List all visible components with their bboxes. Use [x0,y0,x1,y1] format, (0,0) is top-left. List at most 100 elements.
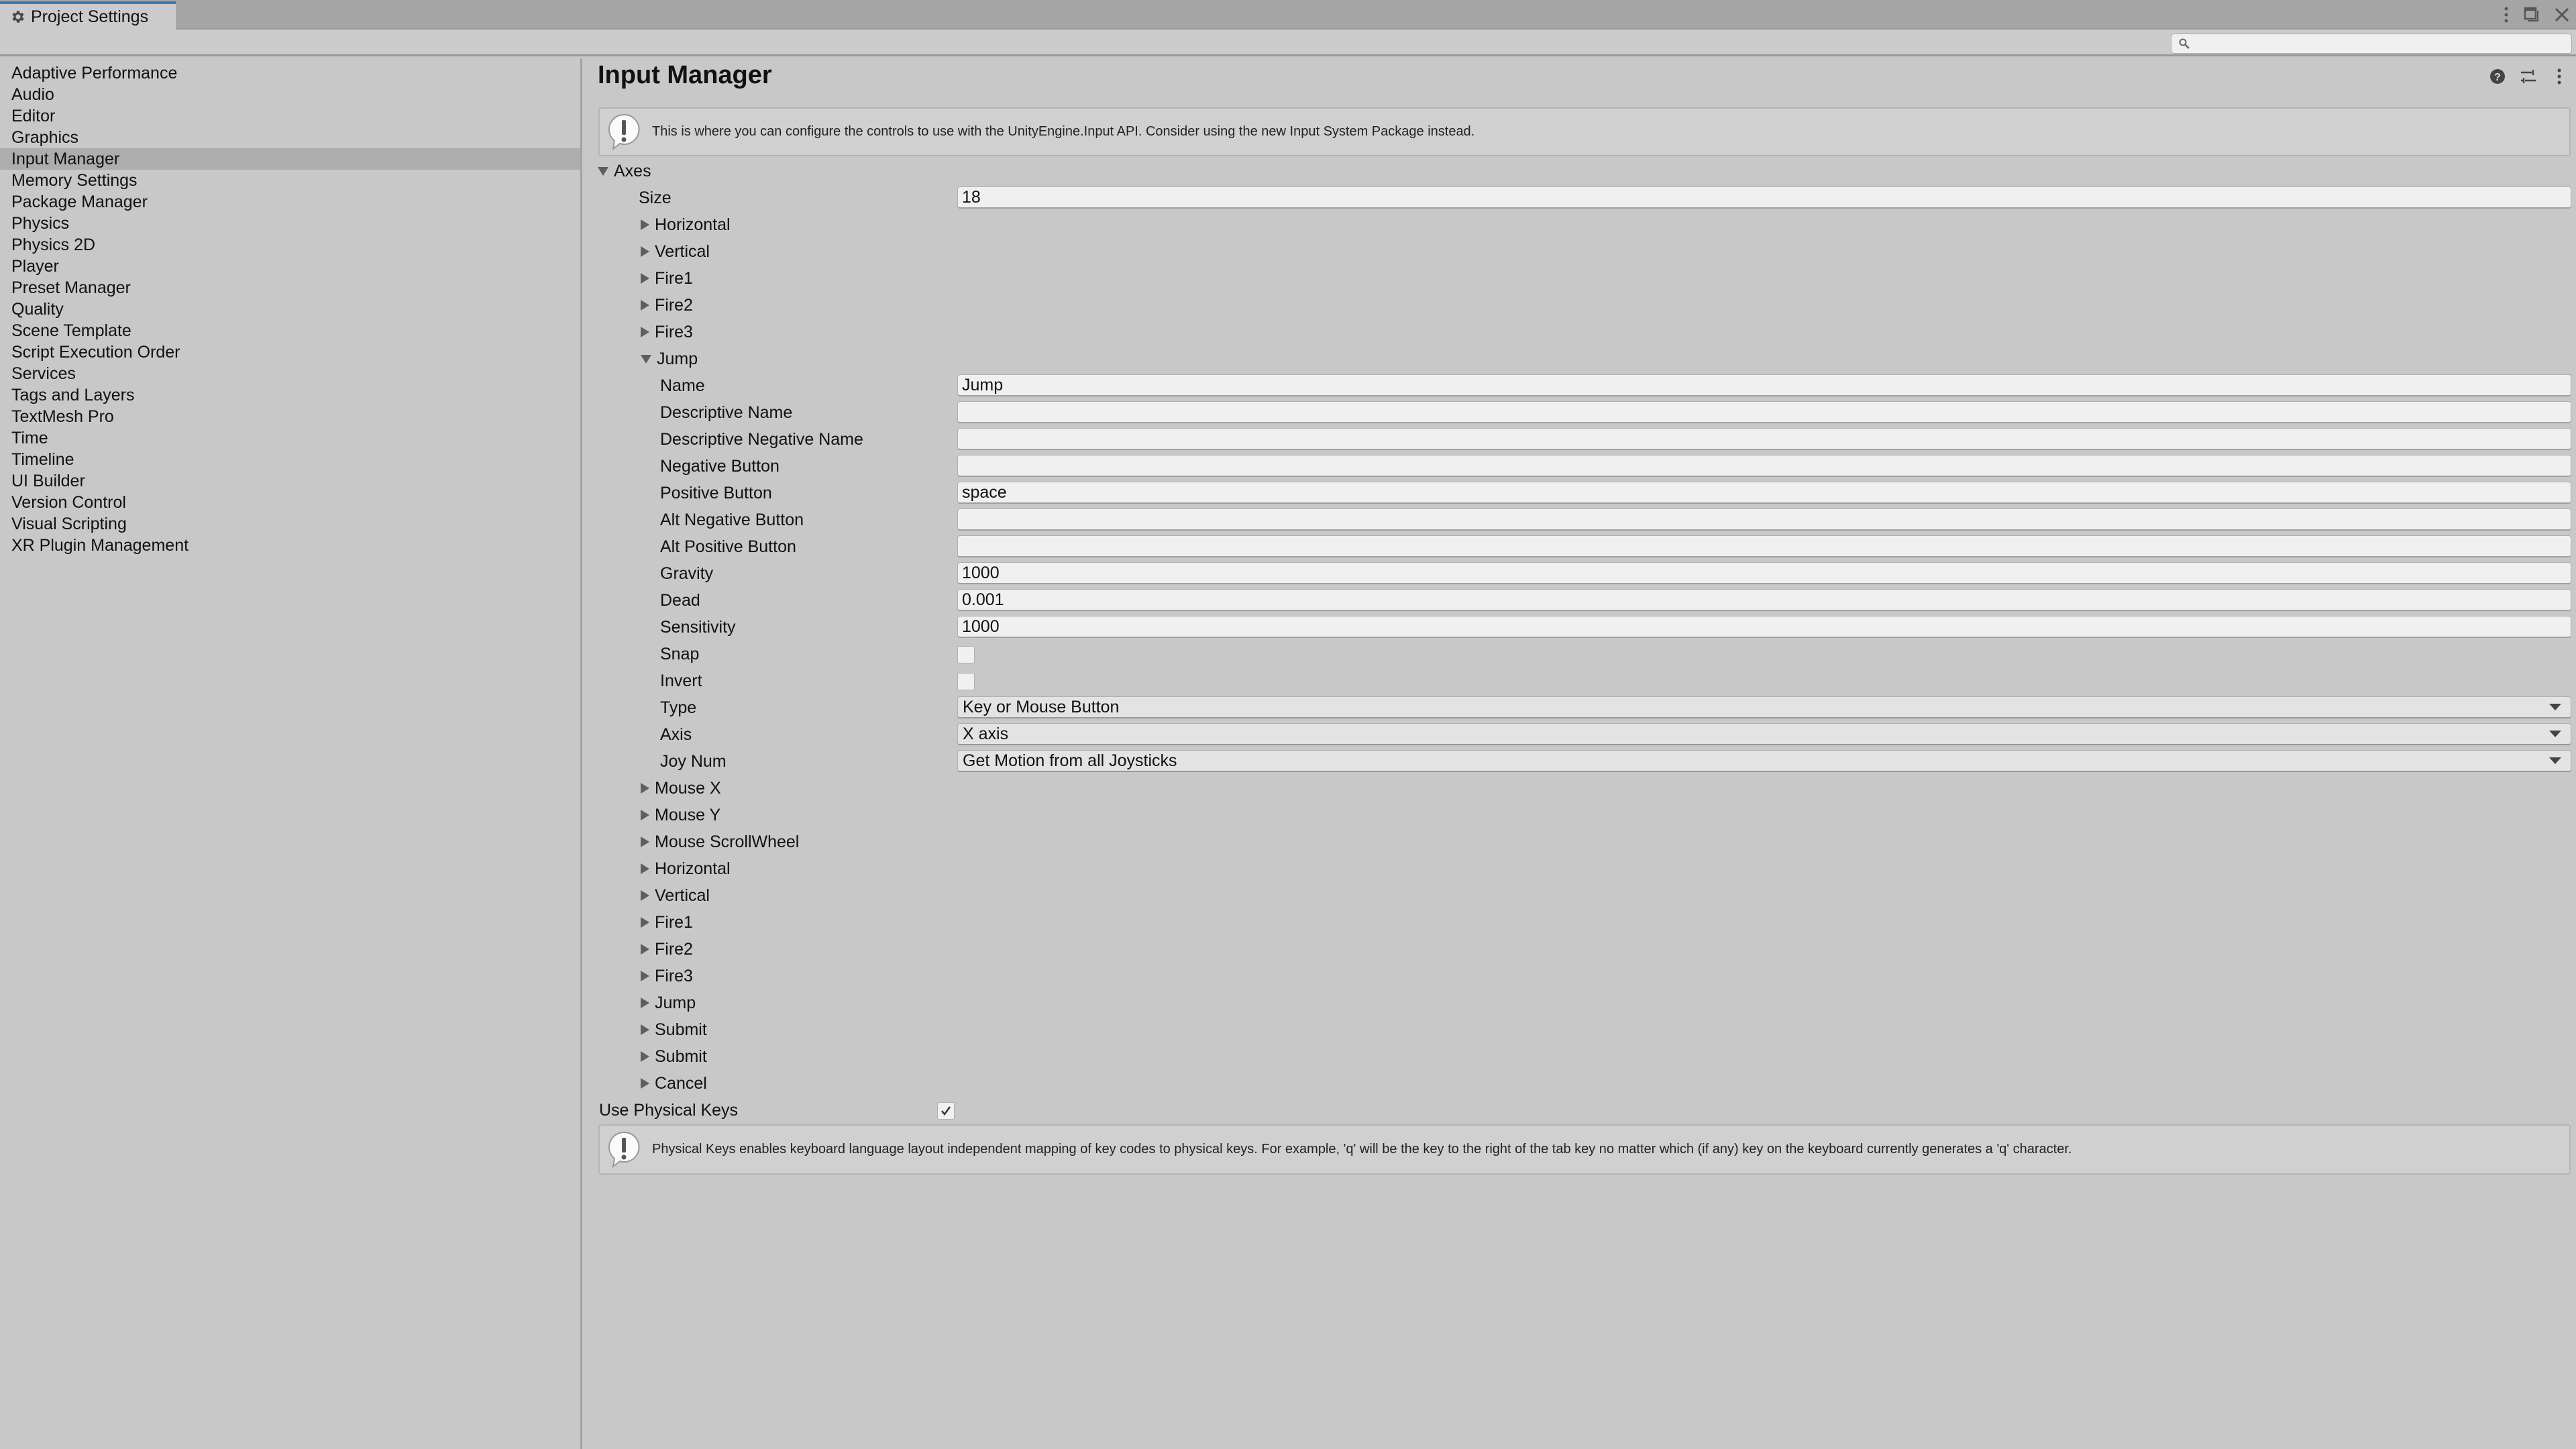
sidebar-item-input-manager[interactable]: Input Manager [0,148,580,170]
negative-button-field[interactable] [957,455,2571,477]
axis-foldout-mouse-x[interactable]: Mouse X [641,779,721,798]
sidebar-item-timeline[interactable]: Timeline [0,449,580,470]
axis-foldout-fire1[interactable]: Fire1 [641,269,693,288]
descriptive-name-field-input[interactable] [962,402,2571,422]
svg-text:?: ? [2494,72,2501,83]
foldout-collapsed-icon [641,1024,649,1035]
axis-dropdown[interactable]: X axis [957,723,2571,745]
axis-foldout-mouse-y[interactable]: Mouse Y [641,806,720,825]
type-dropdown[interactable]: Key or Mouse Button [957,696,2571,718]
sidebar-item-visual-scripting[interactable]: Visual Scripting [0,513,580,535]
sidebar-item-memory-settings[interactable]: Memory Settings [0,170,580,191]
axis-foldout-fire2[interactable]: Fire2 [641,296,693,315]
sidebar-item-editor[interactable]: Editor [0,105,580,127]
checkmark-icon [941,1106,951,1116]
positive-button-field-input[interactable] [962,482,2571,502]
axis-foldout-submit[interactable]: Submit [641,1020,707,1040]
presets-icon[interactable] [2520,68,2537,85]
search-field[interactable] [2171,34,2572,54]
sidebar-item-physics-2d[interactable]: Physics 2D [0,234,580,256]
gravity-field-input[interactable] [962,563,2571,583]
field-label: Dead [660,590,700,610]
axis-foldout-jump[interactable]: Jump [641,350,698,369]
foldout-label: Submit [655,1020,707,1039]
sidebar-item-scene-template[interactable]: Scene Template [0,320,580,341]
sidebar-item-player[interactable]: Player [0,256,580,277]
sidebar-item-time[interactable]: Time [0,427,580,449]
foldout-label: Fire3 [655,322,693,341]
alt-positive-button-field-input[interactable] [962,536,2571,556]
axis-foldout-mouse-scrollwheel[interactable]: Mouse ScrollWheel [641,833,799,852]
foldout-label: Jump [655,993,696,1012]
sensitivity-field[interactable] [957,616,2571,638]
positive-button-field[interactable] [957,482,2571,504]
sidebar-item-script-execution-order[interactable]: Script Execution Order [0,341,580,363]
foldout-collapsed-icon [641,246,649,257]
sidebar-item-preset-manager[interactable]: Preset Manager [0,277,580,299]
alt-positive-button-field[interactable] [957,535,2571,557]
descriptive-name-field[interactable] [957,401,2571,423]
dead-field[interactable] [957,589,2571,611]
axis-foldout-vertical[interactable]: Vertical [641,886,710,906]
name-field-input[interactable] [962,375,2571,395]
tab-project-settings[interactable]: Project Settings [0,1,176,30]
axis-foldout-fire3[interactable]: Fire3 [641,967,693,986]
chevron-down-icon [2549,704,2561,710]
sidebar-item-tags-and-layers[interactable]: Tags and Layers [0,384,580,406]
more-icon[interactable] [2551,68,2568,85]
sidebar-item-adaptive-performance[interactable]: Adaptive Performance [0,62,580,84]
foldout-label: Mouse X [655,778,721,798]
sidebar-item-graphics[interactable]: Graphics [0,127,580,148]
foldout-collapsed-icon [641,810,649,820]
descriptive-negative-name-field-input[interactable] [962,429,2571,449]
chevron-down-icon [2549,757,2561,764]
size-field[interactable] [957,186,2571,209]
sidebar-item-physics[interactable]: Physics [0,213,580,234]
axis-foldout-horizontal[interactable]: Horizontal [641,859,731,879]
descriptive-negative-name-field[interactable] [957,428,2571,450]
axis-foldout-vertical[interactable]: Vertical [641,242,710,262]
invert-checkbox[interactable] [957,673,975,690]
gravity-field[interactable] [957,562,2571,584]
name-field[interactable] [957,374,2571,396]
use-physical-keys-checkbox[interactable] [937,1102,955,1120]
axes-foldout[interactable]: Axes [598,162,651,181]
maximize-icon[interactable] [2524,7,2540,23]
help-icon[interactable]: ? [2489,68,2506,85]
axis-foldout-fire3[interactable]: Fire3 [641,323,693,342]
axis-foldout-cancel[interactable]: Cancel [641,1074,707,1093]
close-icon[interactable] [2555,7,2569,22]
sidebar-item-ui-builder[interactable]: UI Builder [0,470,580,492]
axis-foldout-submit[interactable]: Submit [641,1047,707,1067]
dead-field-input[interactable] [962,590,2571,610]
sidebar-item-xr-plugin-management[interactable]: XR Plugin Management [0,535,580,556]
negative-button-field-input[interactable] [962,455,2571,476]
physical-keys-message: Physical Keys enables keyboard language … [652,1142,2072,1157]
axis-foldout-fire1[interactable]: Fire1 [641,913,693,932]
more-icon[interactable] [2504,6,2509,23]
alt-negative-button-field-input[interactable] [962,509,2571,529]
joy-num-dropdown[interactable]: Get Motion from all Joysticks [957,750,2571,772]
sidebar-item-package-manager[interactable]: Package Manager [0,191,580,213]
alt-negative-button-field[interactable] [957,508,2571,531]
axis-foldout-jump[interactable]: Jump [641,994,696,1013]
axis-foldout-horizontal[interactable]: Horizontal [641,215,731,235]
axis-foldout-fire2[interactable]: Fire2 [641,940,693,959]
info-helpbox: This is where you can configure the cont… [598,107,2571,156]
search-input[interactable] [2190,34,2571,53]
sidebar-item-services[interactable]: Services [0,363,580,384]
foldout-collapsed-icon [641,837,649,847]
sidebar-item-quality[interactable]: Quality [0,299,580,320]
size-field-input[interactable] [962,187,2571,207]
field-label: Axis [660,724,692,744]
sidebar-item-version-control[interactable]: Version Control [0,492,580,513]
sensitivity-field-input[interactable] [962,616,2571,637]
sidebar-item-audio[interactable]: Audio [0,84,580,105]
field-label: Name [660,376,705,395]
sidebar-item-textmesh-pro[interactable]: TextMesh Pro [0,406,580,427]
foldout-collapsed-icon [641,300,649,311]
snap-checkbox[interactable] [957,646,975,663]
field-label: Positive Button [660,483,772,502]
title-bar: Project Settings [0,0,2576,30]
dropdown-value: Key or Mouse Button [963,697,1120,716]
